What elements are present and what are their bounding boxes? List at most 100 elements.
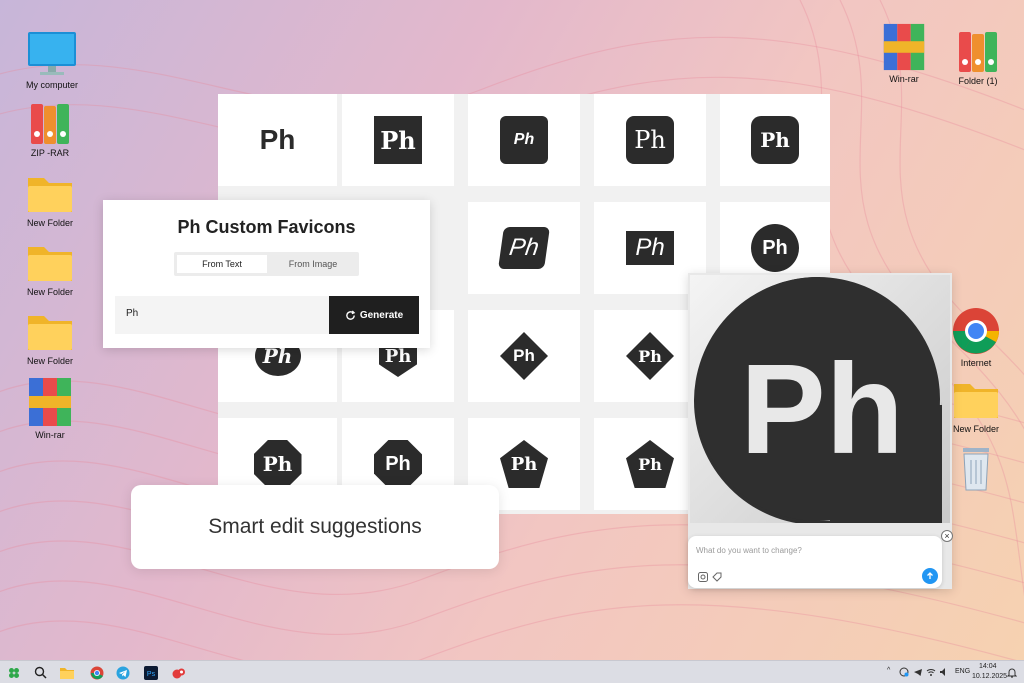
photoshop-icon: Ps	[144, 665, 158, 680]
image-attach-icon[interactable]	[698, 572, 708, 582]
tab-from-image[interactable]: From Image	[269, 255, 357, 273]
notification-bell-icon[interactable]	[1007, 667, 1017, 678]
close-icon[interactable]: ×	[941, 530, 953, 542]
favicon-tile[interactable]: Ph	[720, 94, 830, 186]
generate-label: Generate	[359, 309, 404, 321]
favicon-pentagon-badge: Ph	[626, 440, 674, 488]
taskbar-app[interactable]	[170, 664, 188, 681]
folder-icon	[28, 316, 72, 350]
desktop-icon-label: Win-rar	[889, 74, 919, 84]
start-button[interactable]	[5, 664, 23, 681]
search-button[interactable]	[31, 664, 49, 681]
favicon-text: Ph	[634, 126, 666, 154]
folder-icon	[28, 247, 72, 281]
favicon-text-plain: Ph	[259, 124, 296, 155]
recycle-bin-icon	[963, 448, 989, 491]
favicon-diamond-badge: Ph	[500, 332, 548, 380]
favicon-text-input[interactable]: Ph	[115, 296, 329, 334]
desktop-icon-label: New Folder	[26, 218, 73, 228]
logo-preview-image: Ph	[690, 275, 950, 525]
desktop-icon-label: My computer	[25, 80, 78, 90]
tray-chevron-up-icon[interactable]: ^	[887, 667, 890, 674]
favicon-rect-badge: Ph	[626, 231, 674, 265]
desktop-icon-new-folder-right[interactable]: New Folder	[944, 376, 1008, 434]
search-icon	[34, 666, 47, 679]
taskbar-photoshop[interactable]: Ps	[142, 664, 160, 681]
app-icon	[172, 668, 185, 678]
favicon-text: Ph	[638, 454, 662, 474]
favicon-text: Ph	[384, 345, 412, 367]
tray-date[interactable]: 10.12.2025	[972, 673, 1007, 680]
tray-telegram-icon[interactable]	[913, 667, 923, 677]
source-tabs: From Text From Image	[174, 252, 359, 276]
telegram-icon	[116, 666, 130, 679]
smart-edit-label: Smart edit suggestions	[208, 515, 422, 538]
favicon-text: Ph	[762, 236, 788, 259]
favicon-tile[interactable]: Ph	[468, 202, 580, 294]
send-button[interactable]	[922, 568, 938, 584]
favicon-text: Ph	[638, 346, 662, 366]
favicon-text: Ph	[380, 125, 416, 155]
desktop-icon-label: New Folder	[26, 287, 73, 297]
favicon-text: Ph	[760, 128, 790, 152]
taskbar: Ps ^ ENG 14:04 10.12.2025	[0, 660, 1024, 683]
favicon-tile[interactable]: Ph	[342, 94, 454, 186]
smart-edit-card: Smart edit suggestions	[131, 485, 499, 569]
taskbar-file-explorer[interactable]	[58, 664, 76, 681]
favicon-text: Ph	[385, 452, 411, 475]
taskbar-telegram[interactable]	[114, 664, 132, 681]
favicon-text: Ph	[510, 453, 538, 475]
favicon-octagon-badge: Ph	[253, 440, 302, 488]
generate-button[interactable]: Generate	[329, 296, 419, 334]
desktop-icon-label: New Folder	[26, 356, 73, 366]
desktop-icon-recycle-bin[interactable]	[944, 444, 1008, 494]
panel-title: Ph Custom Favicons	[177, 217, 356, 237]
favicon-rounded-badge: Ph	[626, 116, 674, 164]
taskbar-chrome[interactable]	[88, 664, 106, 681]
desktop-icon-zip-rar[interactable]: ZIP -RAR	[18, 100, 82, 158]
favicon-rounded-badge: Ph	[751, 116, 799, 164]
tab-from-text[interactable]: From Text	[177, 255, 267, 273]
favicon-text: Ph	[635, 234, 665, 261]
favicon-tile[interactable]: Ph	[594, 94, 706, 186]
desktop-icon-folder-1[interactable]: Folder (1)	[946, 28, 1010, 86]
svg-text:Ps: Ps	[147, 671, 156, 678]
favicon-tile[interactable]: Ph	[468, 310, 580, 402]
start-icon	[9, 667, 19, 678]
edit-prompt-box[interactable]: What do you want to change?	[688, 536, 942, 588]
favicon-text: Ph	[513, 131, 535, 148]
favicon-tile[interactable]: Ph	[218, 94, 337, 186]
tray-network-icon[interactable]	[899, 667, 909, 677]
favicon-text: Ph	[262, 452, 293, 476]
favicon-skewed-badge: Ph	[498, 227, 550, 269]
favicon-square-badge: Ph	[374, 116, 422, 164]
tray-language[interactable]: ENG	[955, 668, 970, 675]
tray-volume-icon[interactable]	[939, 667, 949, 677]
desktop-icon-label: Win-rar	[35, 430, 65, 440]
desktop-icon-new-folder-2[interactable]: New Folder	[18, 239, 82, 297]
tag-icon[interactable]	[712, 572, 722, 582]
desktop-icon-winrar-right[interactable]: Win-rar	[872, 22, 936, 84]
favicon-text: Ph	[507, 234, 541, 261]
desktop-icon-my-computer[interactable]: My computer	[20, 30, 84, 90]
archive-binders-icon	[31, 104, 69, 144]
chrome-icon	[90, 666, 104, 679]
logo-preview-text: Ph	[740, 338, 904, 481]
favicon-pentagon-badge: Ph	[500, 440, 548, 488]
favicon-circle-badge: Ph	[751, 224, 799, 272]
tray-time[interactable]: 14:04	[979, 663, 997, 670]
folder-icon	[28, 178, 72, 212]
favicon-octagon-badge: Ph	[374, 440, 422, 488]
desktop-icon-label: Folder (1)	[958, 76, 998, 86]
desktop-icon-new-folder-1[interactable]: New Folder	[18, 170, 82, 228]
favicon-text: Ph	[513, 346, 535, 365]
desktop-icon-winrar[interactable]: Win-rar	[18, 376, 82, 440]
tray-wifi-icon[interactable]	[926, 667, 936, 677]
monitor-icon	[28, 32, 76, 75]
favicon-tile[interactable]: Ph	[468, 94, 580, 186]
desktop-icon-label: ZIP -RAR	[30, 148, 70, 158]
desktop-icon-new-folder-3[interactable]: New Folder	[18, 308, 82, 366]
desktop-icon-internet[interactable]: Internet	[944, 306, 1008, 368]
chrome-icon	[953, 308, 999, 354]
folder-icon	[60, 667, 74, 679]
